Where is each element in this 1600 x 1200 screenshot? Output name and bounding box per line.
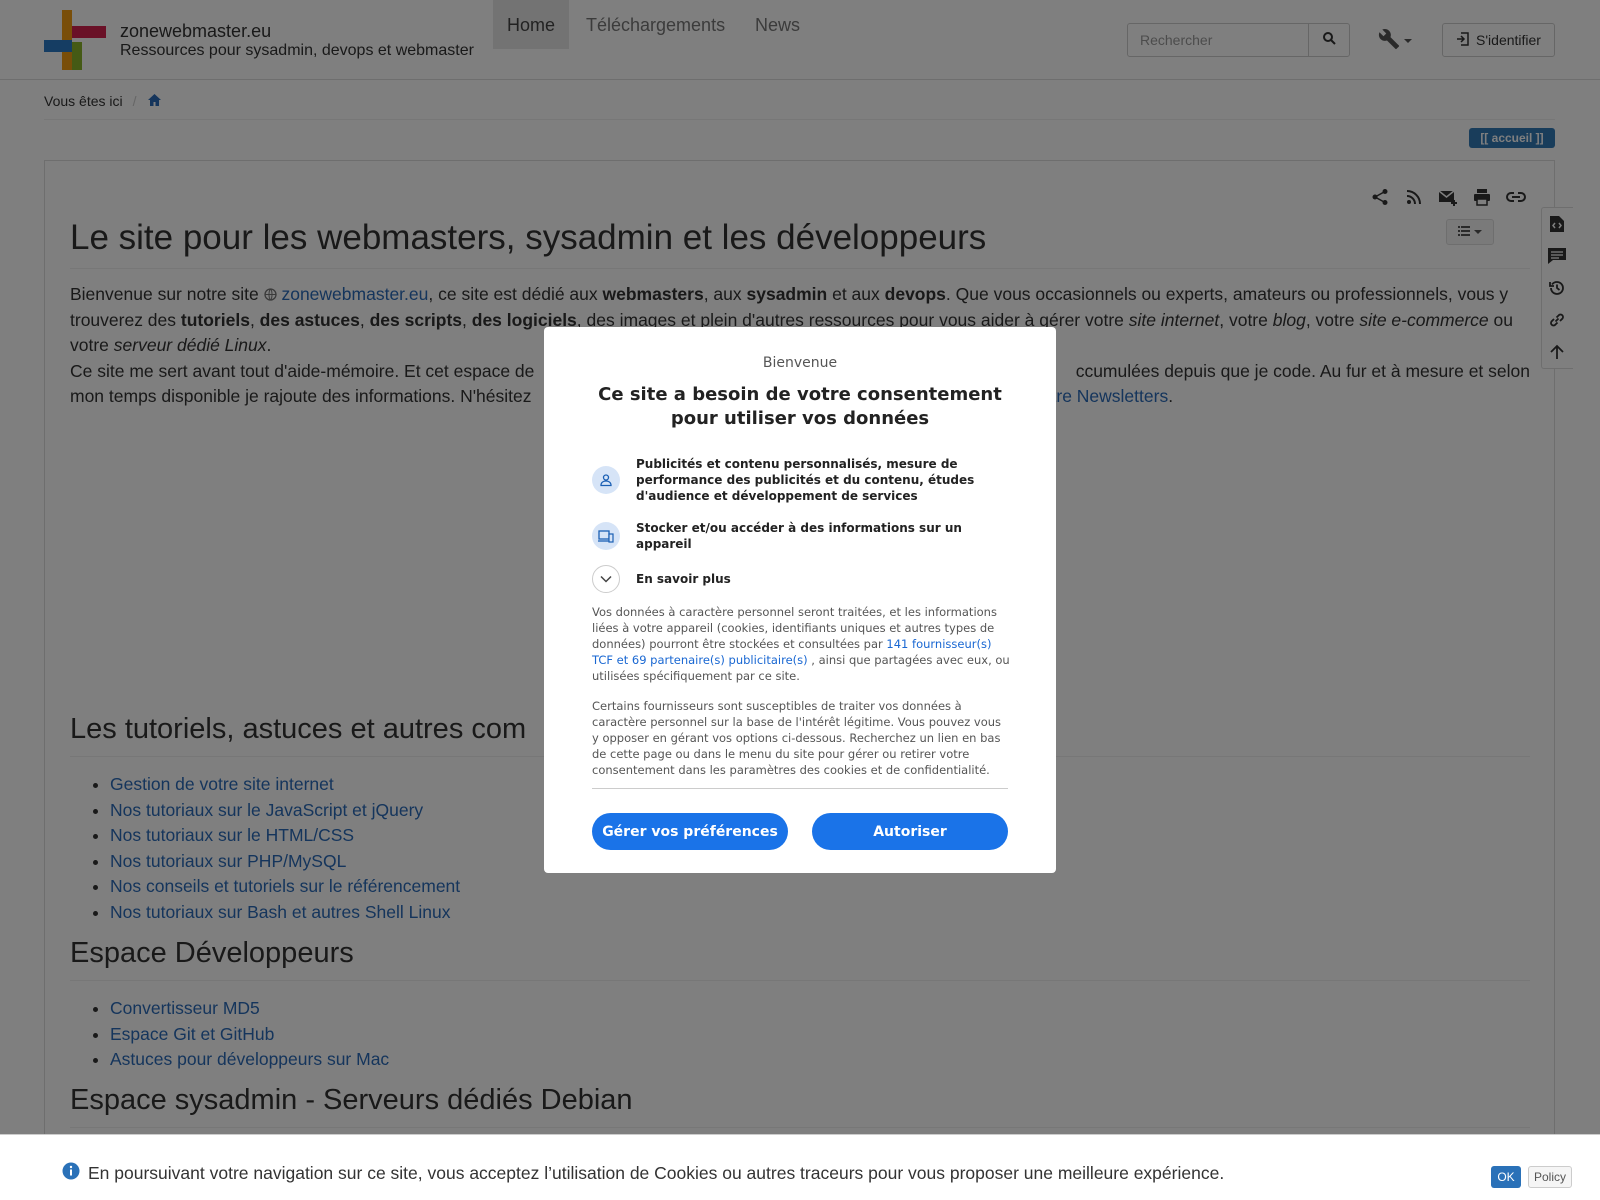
accept-button[interactable]: Autoriser <box>812 813 1008 850</box>
cookie-text: En poursuivant votre navigation sur ce s… <box>88 1163 1225 1183</box>
consent-welcome: Bienvenue <box>762 355 838 371</box>
info-icon <box>62 1162 80 1185</box>
learn-more-toggle[interactable]: En savoir plus <box>592 565 1012 593</box>
consent-paragraph-2: Certains fournisseurs sont susceptibles … <box>592 699 1002 777</box>
learn-more-label: En savoir plus <box>636 572 731 586</box>
consent-dialog: Bienvenue Ce site a besoin de votre cons… <box>544 327 1056 873</box>
cookie-ok-button[interactable]: OK <box>1491 1166 1521 1188</box>
cookie-message: En poursuivant votre navigation sur ce s… <box>62 1162 1224 1185</box>
cookie-bar: En poursuivant votre navigation sur ce s… <box>0 1134 1600 1200</box>
person-icon <box>592 466 620 494</box>
chevron-down-icon <box>592 565 620 593</box>
devices-icon <box>592 522 620 550</box>
manage-preferences-button[interactable]: Gérer vos préférences <box>592 813 788 850</box>
cookie-policy-button[interactable]: Policy <box>1528 1166 1572 1188</box>
purpose-ads: Publicités et contenu personnalisés, mes… <box>592 456 1012 504</box>
consent-headline: Ce site a besoin de votre consentement p… <box>598 384 1002 429</box>
consent-paragraph-1: Vos données à caractère personnel seront… <box>592 604 1010 684</box>
purpose-storage-text: Stocker et/ou accéder à des informations… <box>636 521 962 551</box>
consent-divider <box>592 788 1008 789</box>
purpose-storage: Stocker et/ou accéder à des informations… <box>592 520 1012 552</box>
purpose-ads-text: Publicités et contenu personnalisés, mes… <box>636 457 975 503</box>
